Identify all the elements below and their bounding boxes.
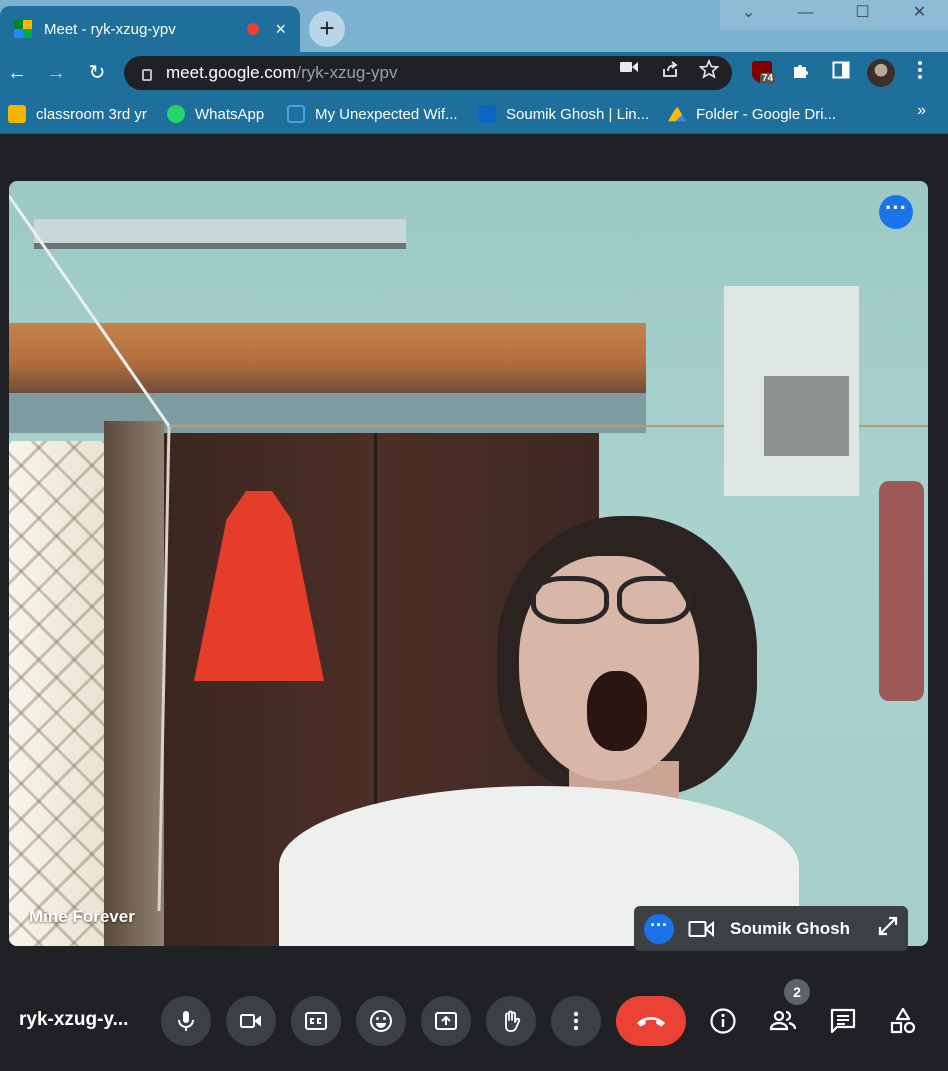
scene-poster-picture [764,376,849,456]
reload-button[interactable]: ↻ [84,60,110,86]
new-tab-button[interactable]: + [309,11,345,47]
share-icon[interactable] [659,59,681,81]
camera-in-use-icon[interactable] [618,59,640,81]
microphone-icon [178,1011,194,1031]
bookmarks-overflow-button[interactable]: » [917,102,926,120]
back-button[interactable]: ← [4,60,30,86]
tile-more-options-button[interactable]: ··· [879,195,913,229]
bookmarks-bar: classroom 3rd yr WhatsApp My Unexpected … [0,94,948,134]
participants-count-badge: 2 [784,979,810,1005]
leave-call-button[interactable] [616,996,686,1046]
emoji-icon [370,1010,392,1032]
closed-captions-icon [305,1012,327,1030]
meeting-code[interactable]: ryk-xzug-y... [19,1009,128,1031]
whatsapp-icon [167,105,185,123]
more-options-button[interactable] [551,996,601,1046]
extensions-puzzle-icon[interactable] [788,60,814,86]
people-icon [769,1010,797,1031]
url-text: meet.google.com/ryk-xzug-ypv [166,63,397,83]
raise-hand-icon [505,1010,521,1032]
video-camera-icon [240,1014,261,1028]
bookmark-label: Folder - Google Dri... [696,105,837,123]
participant-name-label: Mine Forever [29,907,135,926]
scene-hanging-cloth [879,481,924,701]
self-view-more-options-button[interactable]: ··· [644,913,674,944]
self-view-tile[interactable]: ··· Soumik Ghosh [634,906,908,951]
person-mouth [587,671,647,751]
participant-video-tile: ··· Mine Forever [9,181,928,946]
activities-shapes-icon [890,1007,916,1034]
chat-button[interactable] [823,1003,863,1039]
expand-icon[interactable] [868,915,908,943]
camera-icon [688,918,714,940]
tab-search-button[interactable]: ⌄ [720,0,777,30]
chat-icon [830,1008,856,1034]
google-drive-icon [668,105,686,122]
bookmark-unexpected-wife[interactable]: My Unexpected Wif... [287,103,458,125]
info-icon [710,1008,736,1034]
present-screen-button[interactable] [421,996,471,1046]
url-path: /ryk-xzug-ypv [296,63,398,82]
browser-toolbar: ← → ↻ meet.google.com/ryk-xzug-ypv 74 [0,52,948,94]
tab-title: Meet - ryk-xzug-ypv [44,20,176,38]
more-vert-icon [573,1011,579,1031]
reactions-button[interactable] [356,996,406,1046]
bookmark-whatsapp[interactable]: WhatsApp [167,103,264,125]
minimize-button[interactable]: — [777,0,834,30]
self-view-name: Soumik Ghosh [730,918,850,938]
bookmark-linkedin[interactable]: Soumik Ghosh | Lin... [478,103,649,125]
camera-button[interactable] [226,996,276,1046]
forward-button[interactable]: → [43,60,69,86]
captions-button[interactable] [291,996,341,1046]
present-screen-icon [435,1012,457,1030]
webpage-icon [287,105,305,123]
microphone-button[interactable] [161,996,211,1046]
address-bar[interactable]: meet.google.com/ryk-xzug-ypv [124,56,732,90]
meeting-details-button[interactable] [703,1003,743,1039]
close-window-button[interactable]: ✕ [891,0,948,30]
browser-tab-meet[interactable]: Meet - ryk-xzug-ypv × [0,6,300,52]
activities-button[interactable] [883,1003,923,1039]
tab-strip: Meet - ryk-xzug-ypv × + ⌄ — ☐ ✕ [0,0,948,52]
ublock-badge: 74 [760,73,776,84]
bookmark-label: WhatsApp [195,105,265,123]
maximize-button[interactable]: ☐ [834,0,891,30]
recording-indicator-icon [247,23,260,35]
raise-hand-button[interactable] [486,996,536,1046]
linkedin-icon [478,105,496,123]
profile-avatar[interactable] [867,59,895,87]
lock-icon [142,69,152,81]
bookmark-label: classroom 3rd yr [36,105,147,123]
bookmark-label: Soumik Ghosh | Lin... [506,105,650,123]
google-meet-icon [14,20,32,38]
bookmark-classroom[interactable]: classroom 3rd yr [8,103,147,125]
google-classroom-icon [8,105,26,123]
browser-menu-icon[interactable] [907,60,933,86]
person-glasses-right [617,576,691,624]
bookmark-google-drive[interactable]: Folder - Google Dri... [668,103,836,125]
hang-up-icon [637,1017,665,1027]
bookmark-label: My Unexpected Wif... [315,105,458,123]
side-panel-icon[interactable] [828,60,854,86]
person-glasses-left [531,576,609,624]
people-button[interactable] [763,1003,803,1039]
url-host: meet.google.com [166,63,297,82]
tab-close-icon[interactable]: × [275,20,286,38]
meet-stage: ··· Mine Forever ··· Soumik Ghosh ryk-xz… [0,135,948,1071]
bookmark-star-icon[interactable] [698,58,720,81]
ublock-extension-icon[interactable]: 74 [752,61,776,84]
